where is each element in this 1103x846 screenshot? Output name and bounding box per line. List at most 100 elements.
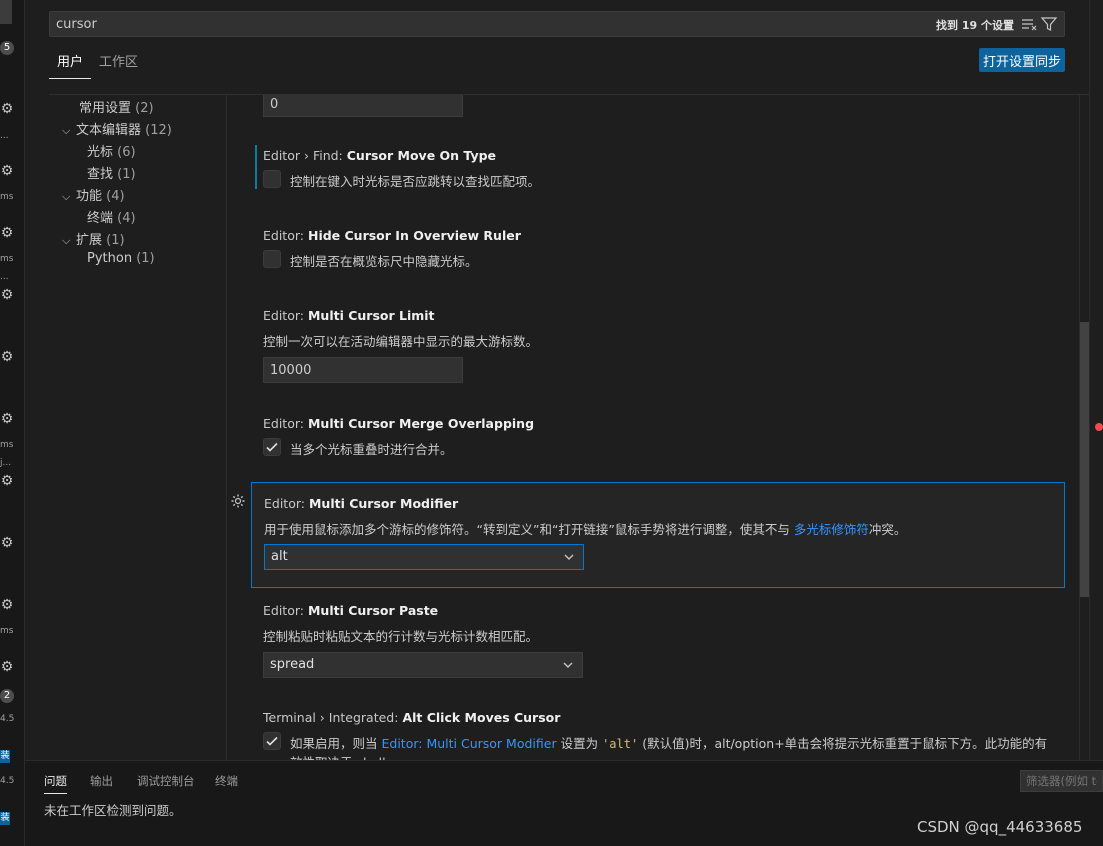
toc-label: 光标 (87, 145, 114, 160)
setting-name: Multi Cursor Merge Overlapping (307, 416, 535, 431)
toc-label: 常用设置 (79, 101, 132, 116)
gear-icon[interactable]: ⚙ (0, 536, 14, 550)
toc-count: (1) (136, 251, 155, 266)
toc-item-cursor[interactable]: 光标 (6) (87, 141, 136, 160)
sliver-text: j... (0, 458, 12, 468)
error-marker (1095, 423, 1103, 431)
gear-icon[interactable]: ⚙ (0, 350, 14, 364)
setting-link[interactable]: Editor: Multi Cursor Modifier (382, 736, 557, 751)
setting-name: Cursor Move On Type (346, 148, 497, 163)
toc-item-terminal[interactable]: 终端 (4) (87, 207, 136, 226)
select-value: alt (271, 549, 288, 564)
desc-code: 'alt' (602, 737, 639, 751)
toc-count: (4) (106, 189, 125, 204)
toc-label: 文本编辑器 (76, 123, 142, 138)
gear-icon[interactable]: ⚙ (0, 226, 14, 240)
problems-filter-input[interactable] (1020, 770, 1103, 792)
tab-output[interactable]: 输出 (90, 773, 113, 789)
desc-text: 冲突。 (868, 522, 907, 537)
settings-list: Editor › Find: Cursor Move On Type 控制在键入… (227, 95, 1079, 760)
setting-title: Editor: Multi Cursor Merge Overlapping (263, 416, 534, 431)
setting-title: Editor: Hide Cursor In Overview Ruler (263, 228, 521, 243)
toc-item-find[interactable]: 查找 (1) (87, 163, 136, 182)
chevron-down-icon (563, 662, 573, 668)
toc-label: 功能 (76, 189, 103, 204)
gear-icon[interactable]: ⚙ (0, 102, 14, 116)
setting-category: Editor: (263, 603, 304, 618)
install-button[interactable]: 装 (0, 750, 10, 763)
setting-multi-cursor-modifier: Editor: Multi Cursor Modifier 用于使用鼠标添加多个… (251, 482, 1065, 588)
desc-text: 设置为 (560, 736, 599, 751)
setting-description: 控制一次可以在活动编辑器中显示的最大游标数。 (263, 334, 539, 349)
settings-search-input[interactable] (56, 16, 916, 33)
setting-checkbox[interactable] (263, 438, 281, 456)
setting-description: 控制粘贴时粘贴文本的行计数与光标计数相匹配。 (263, 629, 539, 644)
setting-category: Terminal › Integrated: (263, 710, 399, 725)
setting-title: Editor: Multi Cursor Paste (263, 603, 438, 618)
tab-debug-console[interactable]: 调试控制台 (137, 773, 195, 789)
setting-description: 用于使用鼠标添加多个游标的修饰符。“转到定义”和“打开链接”鼠标手势将进行调整，… (264, 519, 906, 538)
setting-checkbox[interactable] (263, 250, 281, 268)
toc-count: (1) (117, 167, 136, 182)
toc-label: Python (87, 251, 133, 266)
toc-item-features[interactable]: ⌵ 功能 (4) (62, 185, 125, 204)
clear-filter-icon[interactable] (1020, 15, 1038, 33)
toc-label: 扩展 (76, 233, 103, 248)
setting-name: Multi Cursor Limit (307, 308, 435, 323)
setting-description: 控制在键入时光标是否应跳转以查找匹配项。 (290, 174, 541, 189)
filter-icon[interactable] (1040, 15, 1058, 33)
toc-label: 查找 (87, 167, 114, 182)
settings-sync-button[interactable]: 打开设置同步 (979, 48, 1065, 72)
tab-problems[interactable]: 问题 (44, 773, 67, 794)
setting-name: Multi Cursor Paste (307, 603, 439, 618)
results-count: 找到 19 个设置 (936, 19, 1014, 32)
select-value: spread (270, 657, 315, 672)
number-input[interactable] (263, 95, 463, 117)
setting-category: Editor: (263, 308, 304, 323)
check-icon (266, 736, 278, 746)
gear-icon[interactable]: ⚙ (0, 598, 14, 612)
desc-text: (默认值)时，alt/option+单击会将提示光标重置于鼠标下方。此功能的有 (642, 736, 1048, 751)
toc-label: 终端 (87, 211, 114, 226)
sliver-text: ms (0, 192, 14, 202)
setting-name: Hide Cursor In Overview Ruler (307, 228, 521, 243)
sliver-text: ms (0, 626, 14, 636)
tab-user[interactable]: 用户 (49, 53, 92, 79)
setting-description-line2: 效性取决于 shell (290, 752, 386, 760)
gear-icon[interactable]: ⚙ (0, 164, 14, 178)
desc-text: 用于使用鼠标添加多个游标的修饰符。“转到定义”和“打开链接”鼠标手势将进行调整，… (264, 522, 790, 537)
tab-terminal[interactable]: 终端 (215, 773, 238, 789)
toc-item-text-editor[interactable]: ⌵ 文本编辑器 (12) (62, 119, 172, 138)
gear-icon[interactable]: ⚙ (0, 660, 14, 674)
setting-checkbox[interactable] (263, 732, 281, 750)
multi-cursor-paste-select[interactable]: spread (263, 652, 583, 678)
gear-icon[interactable]: ⚙ (0, 412, 14, 426)
multi-cursor-modifier-select[interactable]: alt (264, 544, 584, 570)
setting-link[interactable]: 多光标修饰符 (794, 522, 869, 537)
toc-count: (1) (106, 233, 125, 248)
sliver-badge: 5 (0, 41, 14, 55)
toc-item-python[interactable]: Python (1) (87, 251, 155, 266)
setting-name: Multi Cursor Modifier (308, 496, 459, 511)
setting-description: 当多个光标重叠时进行合并。 (290, 442, 453, 457)
gear-icon[interactable]: ⚙ (0, 288, 14, 302)
toc-item-extensions[interactable]: ⌵ 扩展 (1) (62, 229, 125, 248)
setting-category: Editor › Find: (263, 148, 343, 163)
settings-scrollbar-thumb[interactable] (1080, 322, 1089, 597)
right-edge-panel (1089, 0, 1103, 760)
setting-checkbox[interactable] (263, 170, 281, 188)
multi-cursor-limit-input[interactable] (263, 357, 463, 383)
setting-name: Alt Click Moves Cursor (402, 710, 561, 725)
toc-count: (2) (135, 101, 154, 116)
setting-title: Editor: Multi Cursor Modifier (264, 496, 458, 511)
problems-message: 未在工作区检测到问题。 (44, 803, 182, 818)
tab-workspace[interactable]: 工作区 (91, 53, 146, 79)
gear-icon[interactable]: ⚙ (0, 474, 14, 488)
chevron-down-icon: ⌵ (62, 124, 71, 137)
setting-multi-cursor-paste: Editor: Multi Cursor Paste 控制粘贴时粘贴文本的行计数… (251, 600, 1065, 680)
toc-item-common[interactable]: 常用设置 (2) (79, 97, 154, 116)
install-button[interactable]: 装 (0, 812, 10, 825)
setting-alt-click-moves-cursor: Terminal › Integrated: Alt Click Moves C… (251, 707, 1065, 760)
gear-icon[interactable] (230, 493, 246, 509)
sliver-badge: 2 (0, 689, 14, 703)
